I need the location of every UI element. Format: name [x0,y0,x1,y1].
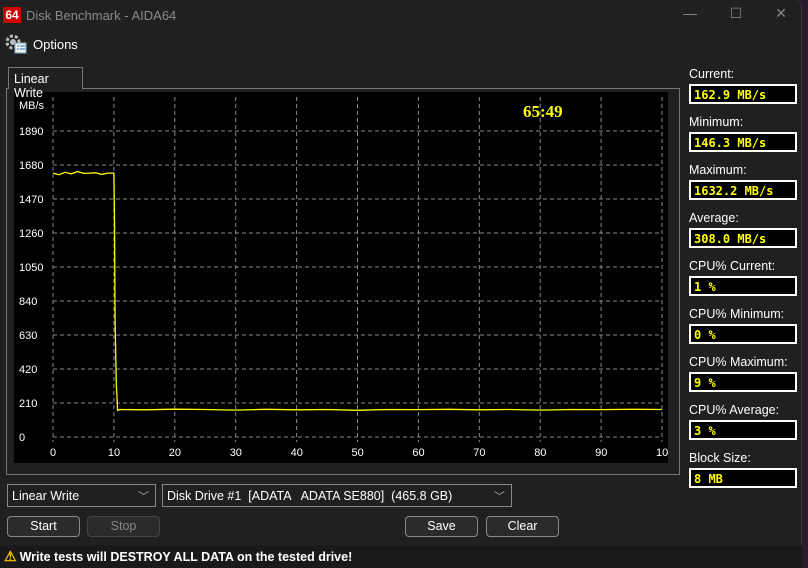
y-tick-label: 0 [19,432,25,444]
stat-5: CPU% Minimum: 0 % [689,307,799,344]
stat-value: 1 % [689,276,797,296]
stat-label: CPU% Average: [689,403,780,417]
options-gear-icon[interactable] [4,33,28,55]
stat-value: 9 % [689,372,797,392]
test-type-select[interactable]: Linear Write ﹀ [7,484,156,507]
stat-label: CPU% Minimum: [689,307,785,321]
y-tick-label: 210 [19,398,37,410]
stat-value: 3 % [689,420,797,440]
y-tick-label: 1890 [19,126,43,138]
warning-text: Write tests will DESTROY ALL DATA on the… [19,549,353,564]
x-tick-label: 100 % [656,447,668,459]
y-tick-label: 1050 [19,262,43,274]
x-tick-label: 20 [169,447,181,459]
series-line-0 [52,170,663,412]
y-tick-label: 630 [19,330,37,342]
save-button[interactable]: Save [405,516,478,537]
stat-value: 8 MB [689,468,797,488]
stat-value: 308.0 MB/s [689,228,797,248]
minimize-button[interactable]: — [675,5,705,21]
stat-2: Maximum: 1632.2 MB/s [689,163,799,200]
warning-icon: ⚠ [4,548,17,564]
stat-value: 1632.2 MB/s [689,180,797,200]
y-tick-label: 1260 [19,228,43,240]
stat-1: Minimum: 146.3 MB/s [689,115,799,152]
stat-value: 146.3 MB/s [689,132,797,152]
stat-label: Current: [689,67,735,81]
benchmark-chart: 0 210 420 630 840 1050 1260 1470 1680 1890 0 10 20 30… [14,92,668,463]
title-bar: 64 Disk Benchmark - AIDA64 — ☐ ✕ [0,0,801,30]
menu-bar: Options [0,30,801,58]
options-menu[interactable]: Options [33,37,78,52]
stat-8: Block Size: 8 MB [689,451,799,488]
drive-select[interactable]: Disk Drive #1 [ADATA ADATA SE880] (465.8… [162,484,512,507]
x-tick-label: 60 [412,447,424,459]
x-tick-label: 70 [473,447,485,459]
x-tick-label: 80 [534,447,546,459]
y-tick-label: 1470 [19,194,43,206]
window-title: Disk Benchmark - AIDA64 [26,7,177,23]
stat-4: CPU% Current: 1 % [689,259,799,296]
aida64-app-icon: 64 [3,7,21,23]
x-tick-label: 40 [291,447,303,459]
stat-3: Average: 308.0 MB/s [689,211,799,248]
stop-button[interactable]: Stop [87,516,160,537]
x-tick-label: 90 [595,447,607,459]
stat-value: 0 % [689,324,797,344]
test-type-value: Linear Write [12,489,80,503]
y-tick-label: 1680 [19,160,43,172]
tab-linear-write[interactable]: Linear Write [8,67,83,100]
y-tick-label: 420 [19,364,37,376]
stat-label: Average: [689,211,739,225]
chevron-down-icon: ﹀ [494,491,505,503]
y-tick-label: 840 [19,296,37,308]
clear-button[interactable]: Clear [486,516,559,537]
stat-label: CPU% Current: [689,259,776,273]
start-button[interactable]: Start [7,516,80,537]
chevron-down-icon: ﹀ [138,491,149,503]
stat-label: Maximum: [689,163,747,177]
close-button[interactable]: ✕ [766,5,796,22]
x-tick-label: 50 [352,447,364,459]
warning-bar: ⚠ Write tests will DESTROY ALL DATA on th… [0,545,802,568]
elapsed-timer: 65:49 [523,102,563,121]
drive-value: Disk Drive #1 [ADATA ADATA SE880] (465.8… [167,489,453,503]
stat-label: Minimum: [689,115,744,129]
stat-7: CPU% Average: 3 % [689,403,799,440]
x-tick-label: 10 [108,447,120,459]
stat-6: CPU% Maximum: 9 % [689,355,799,392]
maximize-button[interactable]: ☐ [721,5,751,22]
y-axis-label: MB/s [19,100,45,112]
stat-label: CPU% Maximum: [689,355,788,369]
stat-value: 162.9 MB/s [689,84,797,104]
stat-label: Block Size: [689,451,751,465]
stat-0: Current: 162.9 MB/s [689,67,799,104]
x-tick-label: 0 [50,447,56,459]
x-tick-label: 30 [230,447,242,459]
